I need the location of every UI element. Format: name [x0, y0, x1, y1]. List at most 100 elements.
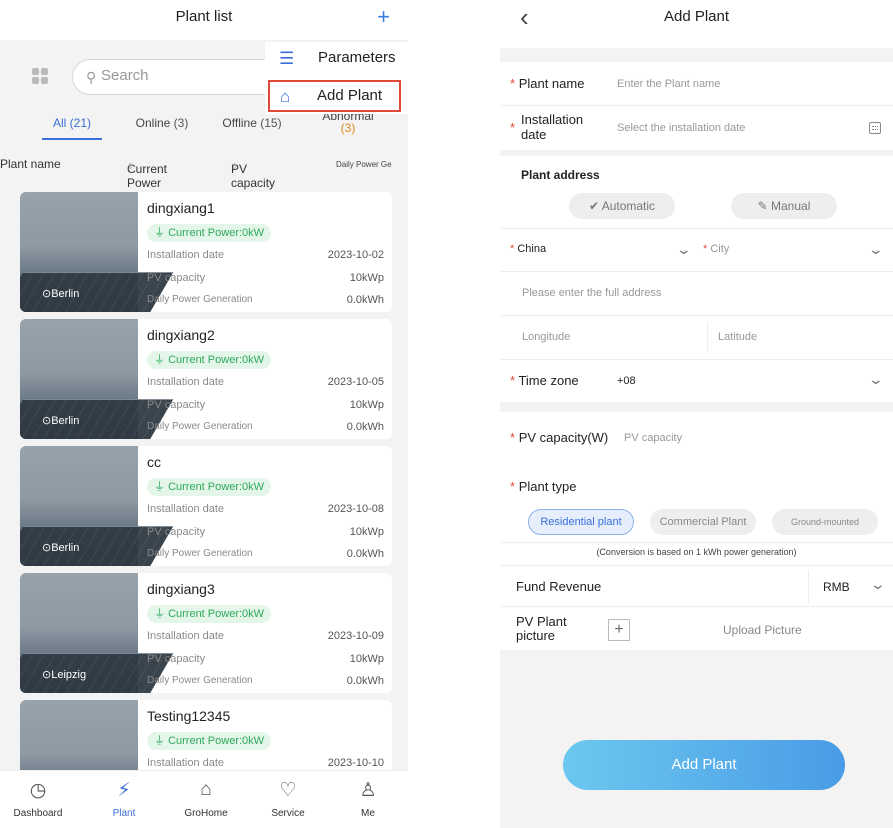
tab-offline-count: (15)	[260, 116, 282, 130]
install-date-value: 2023-10-10	[327, 757, 384, 769]
bottom-nav: ◷ Dashboard ⚡ Plant ⌂ GroHome ♡ Service …	[0, 770, 408, 828]
nav-label: Me	[361, 808, 375, 819]
location-label: ⊙Berlin	[42, 415, 80, 427]
fund-revenue-label: Fund Revenue	[516, 579, 602, 594]
upload-plus-icon[interactable]: +	[608, 619, 630, 641]
capacity-section: * PV capacity(W) PV capacity * Plant typ…	[500, 412, 893, 650]
tab-all-count: (21)	[69, 116, 92, 130]
add-icon[interactable]: +	[377, 4, 390, 30]
plant-icon: ⚡	[117, 780, 131, 801]
tab-offline-label: Offline	[222, 116, 257, 130]
nav-me[interactable]: ♙ Me	[333, 779, 403, 819]
location-label: ⊙Leipzig	[42, 669, 87, 681]
power-icon: ⏚	[154, 608, 165, 620]
search-icon: ⚲	[86, 69, 97, 85]
home-icon: ⌂	[200, 779, 212, 800]
current-power-badge: ⏚ Current Power:0kW	[147, 605, 272, 623]
tab-online[interactable]: Online (3)	[124, 116, 200, 130]
chevron-down-icon[interactable]: ⌄	[676, 241, 692, 258]
tab-offline[interactable]: Offline (15)	[212, 116, 292, 130]
tab-all[interactable]: All (21)	[30, 116, 114, 140]
pv-capacity-row[interactable]: * PV capacity(W) PV capacity	[500, 416, 893, 460]
daily-gen-row: Daily Power Generation 0.0kWh	[147, 548, 384, 560]
chevron-down-icon[interactable]: ⌄	[868, 241, 884, 258]
tab-abnormal-count: (3)	[340, 121, 356, 135]
chevron-down-icon[interactable]: ⌄	[868, 371, 884, 388]
column-header: Plant name Current Power ⇕ PV capacity ⇕ D…	[0, 152, 408, 190]
daily-gen-row: Daily Power Generation 0.0kWh	[147, 421, 384, 433]
nav-label: GroHome	[184, 808, 228, 819]
menu-item-parameters[interactable]: ☰ Parameters	[265, 44, 405, 74]
install-date-value: 2023-10-02	[327, 249, 384, 261]
currency-select[interactable]: RMB	[823, 580, 850, 594]
country-select[interactable]: * China	[510, 243, 546, 255]
automatic-button[interactable]: ✔ Automatic	[569, 193, 675, 219]
full-address-input[interactable]: Please enter the full address	[522, 287, 661, 299]
chevron-down-icon[interactable]: ⌄	[870, 576, 886, 593]
plant-type-residential[interactable]: Residential plant	[528, 509, 634, 535]
fund-revenue-row: Fund Revenue RMB ⌄	[500, 565, 893, 607]
plant-name-row[interactable]: * Plant name Enter the Plant name	[500, 62, 893, 106]
capacity-value: 10kWp	[349, 272, 384, 284]
menu-item-label: Parameters	[318, 49, 396, 66]
menu-item-add-plant[interactable]: ⌂ Add Plant	[268, 80, 401, 112]
plant-card[interactable]: ⊙Berlin cc ⏚ Current Power:0kW Installation…	[20, 446, 392, 566]
install-date-input[interactable]: Select the installation date	[617, 122, 745, 134]
grid-view-icon[interactable]	[32, 68, 48, 84]
capacity-row: PV capacity 10kWp	[147, 399, 384, 411]
plant-card[interactable]: ⊙Leipzig dingxiang3 ⏚ Current Power:0kW Ins…	[20, 573, 392, 693]
nav-service[interactable]: ♡ Service	[253, 779, 323, 819]
plant-list-screen: Plant list + ⚲ All (21) Online (3) Offli…	[0, 0, 408, 828]
service-icon: ♡	[279, 780, 297, 801]
plant-card[interactable]: ⊙Berlin dingxiang2 ⏚ Current Power:0kW Inst…	[20, 319, 392, 439]
page-title: Plant list	[175, 8, 233, 25]
col-daily-power[interactable]: Daily Power Ge	[336, 160, 408, 169]
address-title: Plant address	[521, 168, 600, 182]
top-bar: Plant list +	[0, 0, 408, 40]
plant-type-commercial[interactable]: Commercial Plant	[650, 509, 756, 535]
pv-capacity-input[interactable]: PV capacity	[624, 432, 682, 444]
nav-label: Plant	[112, 808, 136, 819]
current-power-badge: ⏚ Current Power:0kW	[147, 478, 272, 496]
plant-name-input[interactable]: Enter the Plant name	[617, 78, 720, 90]
latitude-input[interactable]: Latitude	[718, 331, 757, 343]
capacity-row: PV capacity 10kWp	[147, 653, 384, 665]
install-date-row: Installation date 2023-10-08	[147, 503, 384, 515]
nav-label: Service	[271, 808, 305, 819]
capacity-value: 10kWp	[349, 653, 384, 665]
add-plant-button[interactable]: Add Plant	[563, 740, 845, 790]
nav-grohome[interactable]: ⌂ GroHome	[171, 779, 241, 819]
calendar-icon[interactable]	[869, 122, 881, 134]
current-power-badge: ⏚ Current Power:0kW	[147, 732, 272, 750]
plant-card[interactable]: ⊙Berlin dingxiang1 ⏚ Current Power:0kW Inst…	[20, 192, 392, 312]
upload-picture-button[interactable]: Upload Picture	[723, 623, 802, 637]
nav-plant[interactable]: ⚡ Plant	[89, 779, 159, 819]
power-icon: ⏚	[154, 481, 165, 493]
install-date-row: Installation date 2023-10-09	[147, 630, 384, 642]
conversion-note: (Conversion is based on 1 kWh power gene…	[596, 547, 797, 557]
manual-button[interactable]: ✎ Manual	[731, 193, 837, 219]
install-date-value: 2023-10-08	[327, 503, 384, 515]
capacity-value: 10kWp	[349, 399, 384, 411]
install-date-row[interactable]: * Installation date Select the installati…	[500, 106, 893, 150]
divider	[500, 542, 893, 543]
daily-gen-row: Daily Power Generation 0.0kWh	[147, 675, 384, 687]
full-address-row[interactable]: Please enter the full address	[500, 272, 893, 316]
install-date-value: 2023-10-05	[327, 376, 384, 388]
top-bar: ‹ Add Plant	[500, 0, 893, 48]
timezone-row[interactable]: * Time zone +08 ⌄	[500, 360, 893, 402]
city-select[interactable]: * City	[703, 243, 729, 255]
location-label: ⊙Berlin	[42, 288, 80, 300]
timezone-value: +08	[617, 375, 636, 387]
col-plant-name[interactable]: Plant name	[0, 157, 61, 171]
nav-dashboard[interactable]: ◷ Dashboard	[3, 779, 73, 819]
tab-all-label: All	[52, 116, 67, 130]
daily-gen-value: 0.0kWh	[346, 294, 384, 306]
longitude-input[interactable]: Longitude	[522, 331, 570, 343]
plant-type-ground[interactable]: Ground-mounted	[772, 509, 878, 535]
dashboard-icon: ◷	[29, 780, 47, 801]
location-pin-icon: ⊙	[42, 669, 52, 681]
install-date-row: Installation date 2023-10-02	[147, 249, 384, 261]
coordinates-row: Longitude Latitude	[500, 316, 893, 360]
address-section: Plant address ✔ Automatic ✎ Manual * Chi…	[500, 156, 893, 402]
